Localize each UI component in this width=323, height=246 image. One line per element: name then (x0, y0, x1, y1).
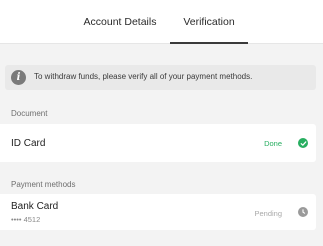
document-item-title: ID Card (11, 138, 46, 149)
section-label-document: Document (11, 109, 48, 118)
clock-icon (298, 207, 308, 217)
tab-bar: Account Details Verification (0, 0, 323, 44)
document-item-id-card[interactable]: ID Card Done (0, 124, 316, 162)
info-banner-text: To withdraw funds, please verify all of … (34, 72, 253, 81)
info-banner: i To withdraw funds, please verify all o… (5, 65, 316, 90)
check-circle-icon (298, 138, 308, 148)
tab-account-details[interactable]: Account Details (76, 0, 164, 44)
masked-card-number: •••• 4512 (11, 215, 41, 224)
status-label-pending: Pending (254, 209, 282, 218)
tab-verification[interactable]: Verification (170, 0, 248, 44)
payment-item-bank-card[interactable]: Bank Card •••• 4512 Pending (0, 194, 316, 230)
status-label-done: Done (264, 139, 282, 148)
section-label-payment-methods: Payment methods (11, 180, 76, 189)
payment-item-title: Bank Card (11, 201, 59, 212)
info-icon: i (11, 70, 26, 85)
active-tab-indicator (170, 42, 248, 44)
